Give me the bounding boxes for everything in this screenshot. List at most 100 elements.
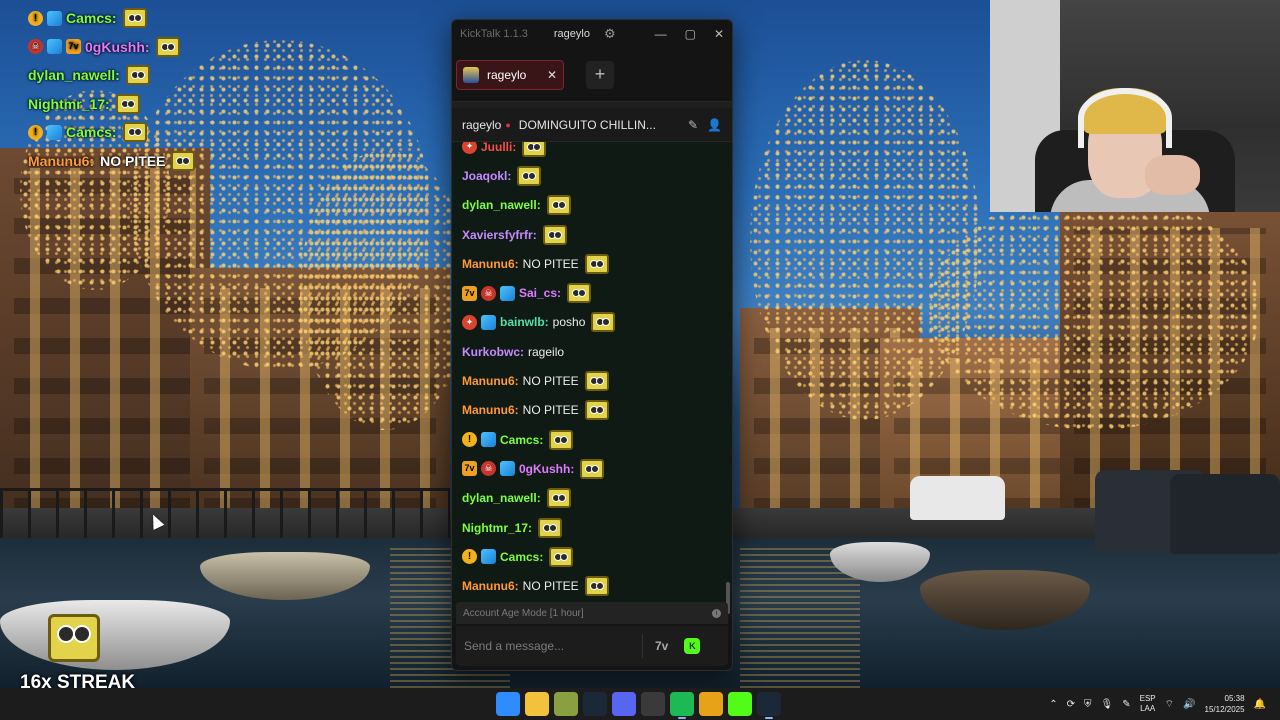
- chat-message[interactable]: Manunu6: NO PITEE: [462, 366, 724, 395]
- chat-message[interactable]: Manunu6: NO PITEE: [462, 249, 724, 278]
- chat-username[interactable]: dylan_nawell:: [28, 67, 120, 83]
- steam-active-icon[interactable]: [757, 692, 781, 719]
- spotify-icon[interactable]: [670, 692, 694, 719]
- info-icon[interactable]: i: [712, 608, 721, 618]
- chat-username[interactable]: 0gKushh:: [85, 39, 150, 55]
- emote-icon[interactable]: [591, 312, 616, 333]
- 7tv-emote-picker-icon[interactable]: 7v: [655, 639, 668, 653]
- pen-icon[interactable]: ✎: [1122, 699, 1130, 710]
- sync-icon[interactable]: ⟳: [1067, 699, 1075, 710]
- emote-icon[interactable]: [567, 283, 592, 304]
- chat-username[interactable]: Manunu6:: [462, 403, 519, 417]
- chat-username[interactable]: Camcs:: [500, 433, 543, 447]
- chat-message[interactable]: ! Camcs:: [462, 425, 724, 454]
- settings-gear-icon[interactable]: ⚙: [604, 26, 616, 42]
- microphone-icon[interactable]: 🎙: [1101, 699, 1114, 710]
- chat-username[interactable]: Manunu6:: [462, 579, 519, 593]
- volume-icon[interactable]: 🔊: [1183, 699, 1195, 710]
- emote-icon[interactable]: [584, 400, 609, 421]
- chat-username[interactable]: Manunu6:: [462, 257, 519, 271]
- emote-icon[interactable]: [122, 122, 147, 143]
- language-indicator[interactable]: ESP LAA: [1140, 694, 1156, 714]
- chat-message[interactable]: Joaqokl:: [462, 161, 724, 190]
- chat-username[interactable]: Camcs:: [66, 124, 117, 140]
- chat-username[interactable]: Manunu6:: [462, 374, 519, 388]
- wifi-icon[interactable]: ⌔: [1165, 698, 1174, 711]
- emote-icon[interactable]: [122, 8, 147, 29]
- chat-username[interactable]: 0gKushh:: [519, 462, 574, 476]
- chat-username[interactable]: Juulli:: [481, 142, 516, 154]
- pin-icon[interactable]: ✎: [688, 118, 698, 132]
- close-tab-icon[interactable]: ✕: [547, 68, 557, 82]
- chat-message[interactable]: Nightmr_17:: [462, 513, 724, 542]
- message-input[interactable]: [464, 639, 634, 653]
- chat-username[interactable]: Joaqokl:: [462, 169, 511, 183]
- chat-username[interactable]: Kurkobwc:: [462, 345, 524, 359]
- chevron-up-icon[interactable]: ⌃: [1049, 699, 1057, 710]
- chat-message[interactable]: ! Camcs:: [28, 4, 195, 33]
- notification-bell-icon[interactable]: 🔔: [1254, 699, 1266, 710]
- chat-message[interactable]: Manunu6: NO PITEE: [28, 147, 196, 176]
- windows-start-icon[interactable]: [496, 692, 520, 716]
- chat-message[interactable]: Manunu6: NO PITEE: [462, 571, 724, 600]
- chat-message[interactable]: 7v ☠ 0gKushh:: [462, 454, 724, 483]
- emote-icon[interactable]: [125, 65, 150, 86]
- obs-icon[interactable]: [641, 692, 665, 716]
- chat-message[interactable]: Xaviersfyfrfr:: [462, 220, 724, 249]
- emote-icon[interactable]: [584, 576, 609, 597]
- emote-icon[interactable]: [549, 546, 574, 567]
- clock[interactable]: 05:38 15/12/2025: [1205, 693, 1245, 715]
- kick-emote-picker-icon[interactable]: K: [684, 638, 701, 654]
- chat-username[interactable]: Camcs:: [500, 550, 543, 564]
- chat-messages[interactable]: ✦ Juulli: Joaqokl: dylan_nawell: Xaviersfyfr…: [452, 142, 732, 618]
- chat-username[interactable]: Nightmr_17:: [462, 521, 532, 535]
- emote-icon[interactable]: [115, 93, 140, 114]
- emote-icon[interactable]: [546, 488, 571, 509]
- chat-message[interactable]: dylan_nawell:: [462, 484, 724, 513]
- title-username: rageylo: [553, 28, 590, 40]
- chat-username[interactable]: Sai_cs:: [519, 286, 561, 300]
- emote-icon[interactable]: [538, 517, 563, 538]
- chat-username[interactable]: Manunu6:: [28, 153, 94, 169]
- game-launcher-icon[interactable]: [554, 692, 578, 716]
- maximize-icon[interactable]: ▢: [685, 27, 696, 41]
- chat-message[interactable]: ☠ 7v 0gKushh:: [28, 33, 195, 62]
- chat-username[interactable]: dylan_nawell:: [462, 491, 541, 505]
- user-icon[interactable]: 👤: [707, 118, 722, 132]
- emote-icon[interactable]: [546, 195, 571, 216]
- chat-username[interactable]: Camcs:: [66, 10, 117, 26]
- chat-message[interactable]: ! Camcs:: [28, 118, 195, 147]
- emote-icon[interactable]: [171, 150, 196, 171]
- emote-icon[interactable]: [155, 36, 180, 57]
- chat-username[interactable]: dylan_nawell:: [462, 198, 541, 212]
- file-explorer-icon[interactable]: [525, 692, 549, 716]
- emote-icon[interactable]: [549, 429, 574, 450]
- emote-icon[interactable]: [584, 371, 609, 392]
- emote-icon[interactable]: [542, 224, 567, 245]
- chat-message[interactable]: Nightmr_17:: [28, 90, 195, 119]
- defender-icon[interactable]: ⛨: [1084, 699, 1092, 710]
- close-icon[interactable]: ✕: [714, 27, 724, 41]
- chat-message[interactable]: 7v ☠ Sai_cs:: [462, 278, 724, 307]
- minimize-icon[interactable]: —: [655, 27, 667, 41]
- add-channel-button[interactable]: +: [586, 60, 614, 89]
- chat-message[interactable]: ✦ Juulli:: [462, 142, 724, 161]
- chat-message[interactable]: ! Camcs:: [462, 542, 724, 571]
- chat-username[interactable]: Nightmr_17:: [28, 96, 110, 112]
- chat-message[interactable]: Kurkobwc: rageilo: [462, 337, 724, 366]
- chat-username[interactable]: bainwlb:: [500, 315, 549, 329]
- discord-icon[interactable]: [612, 692, 636, 716]
- chrome-icon[interactable]: [699, 692, 723, 716]
- emote-icon[interactable]: [522, 142, 547, 157]
- chat-message[interactable]: ✦ bainwlb: posho: [462, 308, 724, 337]
- chat-message[interactable]: dylan_nawell:: [28, 61, 195, 90]
- steam-icon[interactable]: [583, 692, 607, 716]
- emote-icon[interactable]: [584, 253, 609, 274]
- chat-username[interactable]: Xaviersfyfrfr:: [462, 228, 537, 242]
- emote-icon[interactable]: [580, 458, 605, 479]
- chat-message[interactable]: dylan_nawell:: [462, 191, 724, 220]
- kick-icon[interactable]: [728, 692, 752, 716]
- channel-tab[interactable]: rageylo ✕: [456, 59, 564, 90]
- chat-message[interactable]: Manunu6: NO PITEE: [462, 396, 724, 425]
- emote-icon[interactable]: [517, 165, 542, 186]
